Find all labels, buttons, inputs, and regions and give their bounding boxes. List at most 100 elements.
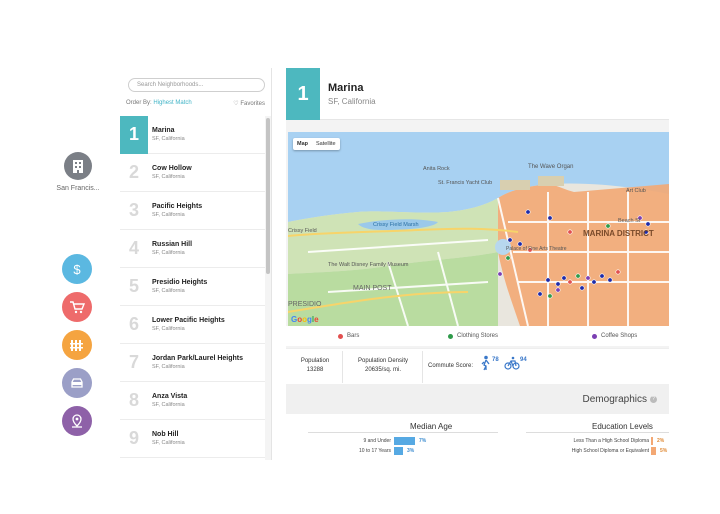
map-pin[interactable] <box>561 275 567 281</box>
demo-bar <box>651 437 653 445</box>
demo-bar <box>394 437 415 445</box>
list-item[interactable]: 9 Nob Hill SF, California <box>120 420 266 458</box>
list-item-name: Russian Hill <box>152 241 193 248</box>
map-pin[interactable] <box>547 293 553 299</box>
list-item-location: SF, California <box>152 212 185 218</box>
list-item[interactable]: 7 Jordan Park/Laurel Heights SF, Californi… <box>120 344 266 382</box>
map-pin[interactable] <box>547 215 553 221</box>
neighborhood-map[interactable]: The Wave Organ Anita Rock St. Francis Ya… <box>288 132 669 326</box>
population-value: 13288 <box>306 367 324 373</box>
list-item-rank: 3 <box>128 200 139 220</box>
bars-dot-icon <box>338 333 343 339</box>
list-item-location: SF, California <box>152 402 185 408</box>
list-item-rank: 7 <box>128 352 139 372</box>
demographics-header: Demographics ? <box>286 384 669 414</box>
list-item[interactable]: 3 Pacific Heights SF, California <box>120 192 266 230</box>
demo-row-label: High School Diploma or Equivalent <box>571 448 649 454</box>
map-pin[interactable] <box>585 275 591 281</box>
map-pin[interactable] <box>579 285 585 291</box>
map-pin[interactable] <box>507 237 513 243</box>
map-pin[interactable] <box>605 223 611 229</box>
svg-text:$: $ <box>73 262 81 277</box>
education-title: Education Levels <box>586 422 659 431</box>
map-pin[interactable] <box>505 255 511 261</box>
demo-row-label: 9 and Under <box>363 438 391 444</box>
page-subtitle: SF, California <box>328 97 376 106</box>
legend-bars[interactable]: Bars <box>338 333 359 339</box>
list-item-name: Lower Pacific Heights <box>152 317 225 324</box>
map-toggle-satellite[interactable]: Satellite <box>312 138 340 150</box>
map-pin[interactable] <box>567 229 573 235</box>
neighborhood-list: 1 Marina SF, California 2 Cow Hollow SF, Cali… <box>120 115 266 458</box>
stats-bar: Population 13288 Population Density 2063… <box>286 348 669 384</box>
map-pin[interactable] <box>555 287 561 293</box>
map-pin[interactable] <box>555 281 561 287</box>
map-pin[interactable] <box>607 277 613 283</box>
map-canvas: The Wave Organ Anita Rock St. Francis Ya… <box>288 132 669 326</box>
map-pin[interactable] <box>645 221 651 227</box>
list-item[interactable]: 8 Anza Vista SF, California <box>120 382 266 420</box>
walk-score: 78 <box>492 357 499 363</box>
map-pin[interactable] <box>615 269 621 275</box>
list-item-name: Jordan Park/Laurel Heights <box>152 355 244 362</box>
map-label-wave-organ: The Wave Organ <box>528 164 573 170</box>
order-by-row: Order By: Highest Match ♡ Favorites <box>120 92 271 118</box>
map-pin[interactable] <box>567 279 573 285</box>
scrollbar-thumb[interactable] <box>266 118 270 274</box>
list-item[interactable]: 5 Presidio Heights SF, California <box>120 268 266 306</box>
list-item-location: SF, California <box>152 364 185 370</box>
map-pin[interactable] <box>591 279 597 285</box>
map-pin[interactable] <box>537 291 543 297</box>
list-item-name: Nob Hill <box>152 431 179 438</box>
list-item[interactable]: 1 Marina SF, California <box>120 115 266 154</box>
building-icon <box>64 152 92 180</box>
location-pin-icon[interactable] <box>62 406 92 436</box>
city-selector[interactable]: San Francis... <box>50 152 106 192</box>
demo-bar <box>651 447 656 455</box>
legend-bars-label: Bars <box>347 333 360 339</box>
coffee-dot-icon <box>592 333 597 339</box>
clothing-dot-icon <box>448 333 453 339</box>
google-logo: Google <box>291 315 319 324</box>
app-stage: San Francis... $ Search Neighborhoods...… <box>0 0 720 514</box>
list-item[interactable]: 6 Lower Pacific Heights SF, California <box>120 306 266 344</box>
list-item-rank: 1 <box>120 115 148 154</box>
order-by-dropdown[interactable]: Highest Match <box>153 100 191 106</box>
bike-score: 94 <box>520 357 527 363</box>
search-input[interactable]: Search Neighborhoods... <box>128 78 265 92</box>
commute-label: Commute Score: <box>428 363 474 369</box>
dollar-icon[interactable]: $ <box>62 254 92 284</box>
demo-row-label: Less Than a High School Diploma <box>573 438 649 444</box>
detail-rank: 1 <box>286 68 320 120</box>
map-pin[interactable] <box>525 209 531 215</box>
list-item-name: Marina <box>152 127 175 134</box>
density-value: 20635/sq. mi. <box>364 367 402 373</box>
list-item-rank: 2 <box>128 162 139 182</box>
list-item-location: SF, California <box>152 288 185 294</box>
map-pin[interactable] <box>575 273 581 279</box>
list-item[interactable]: 4 Russian Hill SF, California <box>120 230 266 268</box>
car-icon[interactable] <box>62 368 92 398</box>
fence-icon[interactable] <box>62 330 92 360</box>
legend-clothing[interactable]: Clothing Stores <box>448 333 498 339</box>
map-label-art-club: Art Club <box>626 188 646 194</box>
cart-icon[interactable] <box>62 292 92 322</box>
map-type-toggle: Map Satellite <box>293 138 340 150</box>
map-pin[interactable] <box>545 277 551 283</box>
map-pin[interactable] <box>599 273 605 279</box>
map-toggle-map[interactable]: Map <box>293 138 312 150</box>
map-label-yacht-club: St. Francis Yacht Club <box>438 180 492 186</box>
help-icon[interactable]: ? <box>650 396 657 403</box>
map-pin[interactable] <box>497 271 503 277</box>
heart-icon: ♡ <box>233 101 239 107</box>
demo-bar <box>394 447 403 455</box>
population-label: Population <box>300 358 330 364</box>
list-item-name: Pacific Heights <box>152 203 203 210</box>
map-label-main-post: MAIN POST <box>353 285 392 292</box>
list-item-rank: 8 <box>128 390 139 410</box>
demo-row-percent: 5% <box>660 448 668 454</box>
median-age-title: Median Age <box>404 422 459 431</box>
list-item[interactable]: 2 Cow Hollow SF, California <box>120 154 266 192</box>
map-label-beach-st: Beach St <box>618 218 641 224</box>
legend-coffee[interactable]: Coffee Shops <box>592 333 637 339</box>
